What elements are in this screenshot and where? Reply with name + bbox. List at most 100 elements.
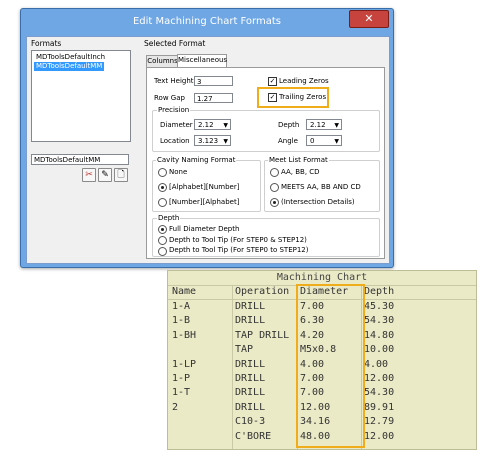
- precision-label: Precision: [157, 106, 191, 114]
- diameter-label: Diameter: [160, 121, 193, 129]
- cell-name: 1-LP: [172, 358, 197, 370]
- diameter-precision-value: 2.12: [198, 121, 214, 129]
- cavity-option-label: None: [169, 168, 188, 176]
- chevron-down-icon: ▼: [334, 122, 339, 129]
- location-precision-value: 3.123: [198, 137, 219, 145]
- format-name-field[interactable]: MDToolsDefaultMM: [31, 154, 129, 165]
- tab-columns[interactable]: Columns: [146, 55, 179, 67]
- dialog-title: Edit Machining Chart Formats: [132, 16, 281, 27]
- cell-depth: 12.00: [364, 373, 395, 384]
- angle-label: Angle: [278, 137, 298, 145]
- cell-depth: 10.00: [364, 344, 395, 356]
- cell-name: 1-B: [172, 315, 191, 327]
- meet-radio-intersection[interactable]: [270, 198, 279, 207]
- delete-button[interactable]: ✂: [82, 168, 96, 182]
- meet-radio-meets[interactable]: [270, 183, 279, 192]
- edit-icon: ✎: [101, 170, 109, 180]
- cell-depth: 14.80: [364, 329, 395, 341]
- new-document-icon: 🗋: [117, 170, 125, 180]
- cell-operation: C'BORE: [235, 430, 272, 442]
- angle-precision-select[interactable]: 0 ▼: [306, 135, 342, 146]
- dialog-client-area: Formats MDToolsDefaultInch MDToolsDefaul…: [26, 36, 390, 264]
- cell-depth: 4.00: [364, 358, 389, 370]
- cavity-radio-none[interactable]: [158, 168, 167, 177]
- cell-depth: 45.30: [364, 301, 395, 312]
- column-header-name: Name: [172, 286, 197, 297]
- column-header-depth: Depth: [364, 286, 395, 297]
- leading-zeros-checkbox[interactable]: ✓: [268, 77, 277, 86]
- new-button[interactable]: 🗋: [114, 168, 128, 182]
- tab-miscellaneous[interactable]: Miscellaneous: [177, 54, 227, 67]
- edit-machining-chart-formats-dialog: Edit Machining Chart Formats ✕ Formats M…: [20, 8, 394, 268]
- meet-radio-aa[interactable]: [270, 168, 279, 177]
- diameter-precision-select[interactable]: 2.12 ▼: [194, 119, 231, 130]
- meet-list-label: Meet List Format: [268, 156, 329, 164]
- cell-name: 1-BH: [172, 329, 197, 341]
- cell-name: 2: [172, 401, 179, 413]
- precision-group: [152, 110, 380, 152]
- depth-radio-full[interactable]: [158, 225, 167, 234]
- location-precision-select[interactable]: 3.123 ▼: [194, 135, 231, 146]
- depth-option-label: Depth to Tool Tip (For STEP0 to STEP12): [169, 246, 309, 254]
- meet-option-label: AA, BB, CD: [281, 168, 320, 176]
- depth-group-label: Depth: [157, 214, 181, 222]
- meet-option-label: (Intersection Details): [281, 198, 355, 206]
- cavity-option-label: [Number][Alphabet]: [169, 198, 240, 206]
- depth-precision-value: 2.12: [310, 121, 326, 129]
- depth-radio-tool-tip-to[interactable]: [158, 247, 167, 256]
- cell-name: 1-A: [172, 301, 191, 312]
- close-button[interactable]: ✕: [349, 10, 389, 28]
- cell-name: 1-P: [172, 373, 191, 384]
- angle-precision-value: 0: [310, 137, 315, 145]
- cell-depth: 54.30: [364, 387, 395, 399]
- cavity-naming-label: Cavity Naming Format: [156, 156, 237, 164]
- trailing-zeros-checkbox[interactable]: ✓: [268, 93, 277, 102]
- cell-operation: C10-3: [235, 416, 266, 428]
- cell-operation: TAP DRILL: [235, 329, 290, 341]
- cell-operation: DRILL: [235, 315, 266, 327]
- chevron-down-icon: ▼: [223, 138, 228, 145]
- row-gap-label: Row Gap: [154, 94, 185, 102]
- list-item-selected[interactable]: MDToolsDefaultMM: [34, 62, 105, 71]
- cell-operation: DRILL: [235, 387, 266, 399]
- text-height-input[interactable]: 3: [194, 76, 233, 86]
- machining-chart: Machining Chart Name Operation Diameter …: [167, 270, 477, 450]
- formats-label: Formats: [31, 39, 62, 48]
- edit-button[interactable]: ✎: [98, 168, 112, 182]
- depth-precision-select[interactable]: 2.12 ▼: [306, 119, 342, 130]
- chevron-down-icon: ▼: [334, 138, 339, 145]
- cell-operation: DRILL: [235, 301, 266, 312]
- formats-list[interactable]: MDToolsDefaultInch MDToolsDefaultMM: [31, 50, 131, 142]
- location-label: Location: [160, 137, 190, 145]
- cell-operation: DRILL: [235, 358, 266, 370]
- chevron-down-icon: ▼: [223, 122, 228, 129]
- cell-operation: DRILL: [235, 373, 266, 384]
- depth-option-label: Depth to Tool Tip (For STEP0 & STEP12): [169, 236, 307, 244]
- cavity-radio-number-alpha[interactable]: [158, 198, 167, 207]
- depth-option-label: Full Diameter Depth: [169, 225, 240, 233]
- selected-format-label: Selected Format: [144, 39, 206, 48]
- cell-name: 1-T: [172, 387, 191, 399]
- grid-line: [232, 285, 233, 449]
- cell-depth: 89.91: [364, 401, 395, 413]
- trailing-zeros-label: Trailing Zeros: [279, 93, 327, 101]
- cavity-option-label: [Alphabet][Number]: [169, 183, 240, 191]
- diameter-column-highlight: [296, 284, 365, 448]
- text-height-label: Text Height: [154, 77, 194, 85]
- chart-title: Machining Chart: [276, 272, 368, 283]
- list-item[interactable]: MDToolsDefaultInch: [34, 53, 107, 62]
- cell-depth: 12.79: [364, 416, 395, 428]
- cell-depth: 12.00: [364, 430, 395, 442]
- close-icon: ✕: [364, 12, 374, 25]
- column-header-operation: Operation: [235, 286, 290, 297]
- depth-label: Depth: [278, 121, 300, 129]
- cell-depth: 54.30: [364, 315, 395, 327]
- delete-icon: ✂: [85, 170, 93, 180]
- cell-operation: DRILL: [235, 401, 266, 413]
- cavity-radio-alpha-number[interactable]: [158, 183, 167, 192]
- leading-zeros-label: Leading Zeros: [279, 77, 329, 85]
- row-gap-input[interactable]: 1.27: [194, 93, 233, 103]
- depth-radio-tool-tip-and[interactable]: [158, 236, 167, 245]
- title-bar[interactable]: Edit Machining Chart Formats ✕: [21, 9, 393, 35]
- miscellaneous-panel: Text Height 3 Row Gap 1.27 ✓ Leading Zer…: [146, 67, 385, 259]
